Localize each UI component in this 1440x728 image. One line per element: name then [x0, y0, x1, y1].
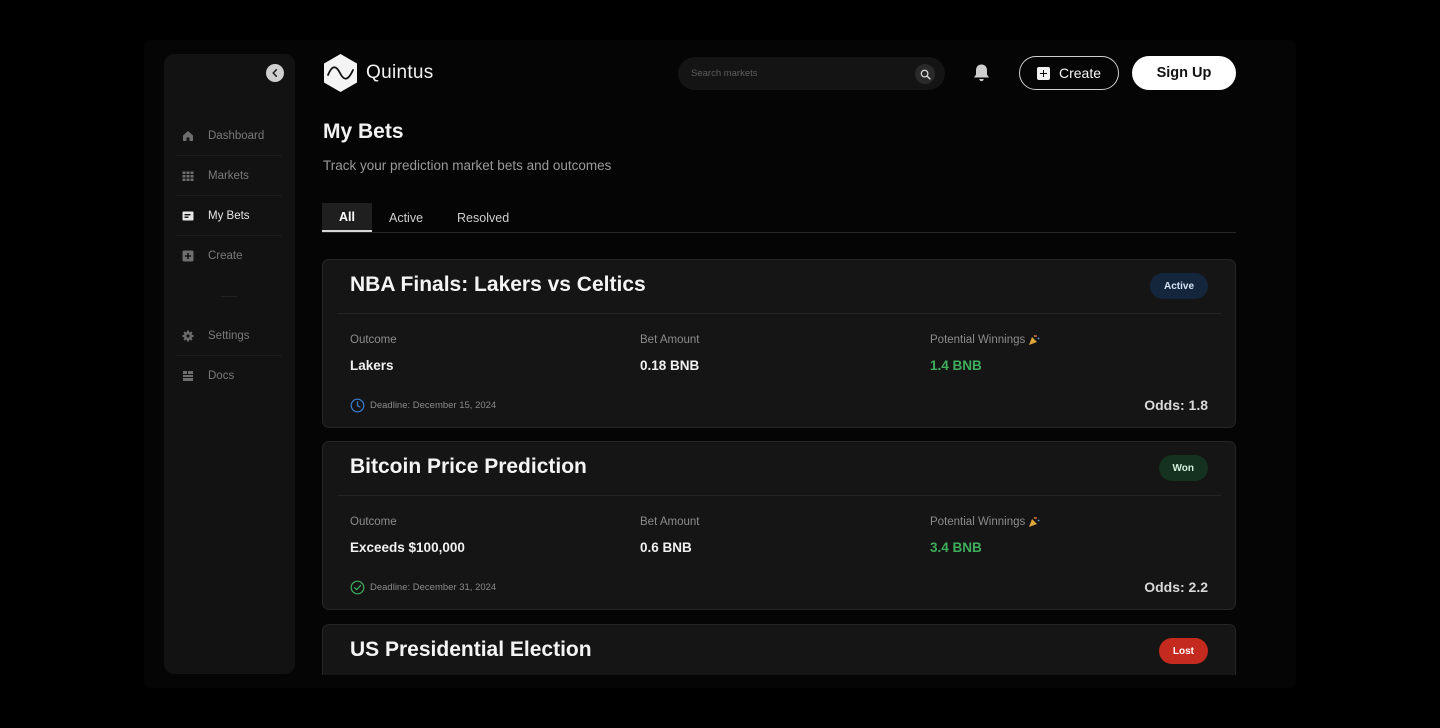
brand-name: Quintus	[366, 62, 434, 83]
bet-filter-tabs: All Active Resolved	[322, 203, 1236, 233]
winnings-value: 3.4 BNB	[930, 540, 982, 555]
gear-icon	[181, 329, 194, 342]
winnings-label: Potential Winnings	[930, 516, 1026, 528]
winnings-column: Potential Winnings 3.4 BNB	[930, 516, 1040, 555]
status-badge: Active	[1149, 273, 1208, 299]
winnings-label: Potential Winnings	[930, 334, 1026, 346]
bet-amount-label: Bet Amount	[640, 516, 700, 528]
sidebar-nav: Dashboard Markets My Bets Create Setting…	[176, 116, 282, 396]
bet-card[interactable]: NBA Finals: Lakers vs Celtics Active Out…	[322, 259, 1236, 428]
party-popper-icon	[1029, 334, 1040, 345]
create-button-label: Create	[1058, 65, 1102, 81]
clock-icon	[350, 398, 365, 413]
winnings-label-row: Potential Winnings	[930, 516, 1040, 528]
deadline-text: Deadline: December 15, 2024	[370, 400, 497, 411]
chevron-left-icon	[272, 69, 278, 77]
sidebar-item-label: Settings	[208, 329, 250, 342]
brand-logo[interactable]: Quintus	[322, 53, 434, 93]
tab-resolved[interactable]: Resolved	[440, 203, 526, 232]
bet-card[interactable]: US Presidential Election Lost	[322, 624, 1236, 675]
deadline-row: Deadline: December 15, 2024	[350, 398, 496, 413]
search-input[interactable]	[691, 68, 901, 79]
outcome-value: Exceeds $100,000	[350, 540, 465, 555]
docs-icon	[181, 370, 194, 383]
bet-amount-value: 0.6 BNB	[640, 540, 692, 555]
odds-value: Odds: 2.2	[1144, 579, 1208, 595]
check-circle-icon	[350, 580, 365, 595]
sidebar-item-create[interactable]: Create	[176, 236, 282, 276]
outcome-label: Outcome	[350, 516, 397, 528]
sidebar-item-my-bets[interactable]: My Bets	[176, 196, 282, 236]
bet-title: NBA Finals: Lakers vs Celtics	[350, 273, 646, 296]
status-badge: Won	[1158, 455, 1208, 481]
create-button[interactable]: Create	[1019, 56, 1119, 90]
tab-active[interactable]: Active	[372, 203, 440, 232]
status-badge: Lost	[1158, 638, 1208, 664]
winnings-column: Potential Winnings 1.4 BNB	[930, 334, 1040, 373]
search-bar[interactable]	[678, 57, 945, 90]
sidebar-item-label: Markets	[208, 169, 249, 182]
plus-square-icon	[181, 250, 194, 263]
bet-amount-column: Bet Amount 0.6 BNB	[640, 516, 699, 555]
search-icon	[920, 69, 931, 80]
bet-amount-label: Bet Amount	[640, 334, 700, 346]
outcome-label: Outcome	[350, 334, 397, 346]
bet-amount-column: Bet Amount 0.18 BNB	[640, 334, 699, 373]
logo-icon	[324, 54, 357, 92]
collapse-sidebar-button[interactable]	[266, 64, 284, 82]
sidebar-item-label: Docs	[208, 370, 235, 382]
sidebar: Dashboard Markets My Bets Create Setting…	[164, 54, 295, 674]
odds-value: Odds: 1.8	[1144, 397, 1208, 413]
tab-all[interactable]: All	[322, 203, 372, 232]
sign-up-button[interactable]: Sign Up	[1132, 56, 1236, 90]
search-button[interactable]	[915, 64, 935, 84]
outcome-column: Outcome Lakers	[350, 334, 397, 373]
sidebar-item-settings[interactable]: Settings	[176, 316, 282, 356]
outcome-column: Outcome Exceeds $100,000	[350, 516, 465, 555]
winnings-value: 1.4 BNB	[930, 358, 982, 373]
bell-icon[interactable]	[972, 63, 991, 83]
sidebar-item-docs[interactable]: Docs	[176, 356, 282, 396]
deadline-row: Deadline: December 31, 2024	[350, 580, 496, 595]
sidebar-item-label: My Bets	[208, 209, 250, 222]
card-divider	[337, 313, 1221, 314]
page-title: My Bets	[323, 120, 404, 143]
grid-icon	[181, 169, 194, 182]
bet-card[interactable]: Bitcoin Price Prediction Won Outcome Exc…	[322, 441, 1236, 610]
page-subtitle: Track your prediction market bets and ou…	[323, 158, 612, 173]
bet-amount-value: 0.18 BNB	[640, 358, 700, 373]
deadline-text: Deadline: December 31, 2024	[370, 582, 497, 593]
plus-icon	[1036, 66, 1050, 80]
sidebar-divider	[176, 276, 282, 316]
bet-title: Bitcoin Price Prediction	[350, 455, 587, 478]
home-icon	[181, 129, 194, 142]
party-popper-icon	[1029, 516, 1040, 527]
outcome-value: Lakers	[350, 358, 394, 373]
winnings-label-row: Potential Winnings	[930, 334, 1040, 346]
sidebar-item-label: Dashboard	[208, 129, 265, 142]
sidebar-item-label: Create	[208, 250, 243, 262]
sidebar-item-markets[interactable]: Markets	[176, 156, 282, 196]
card-divider	[337, 495, 1221, 496]
sidebar-item-dashboard[interactable]: Dashboard	[176, 116, 282, 156]
bet-title: US Presidential Election	[350, 638, 592, 661]
ticket-icon	[181, 209, 194, 222]
